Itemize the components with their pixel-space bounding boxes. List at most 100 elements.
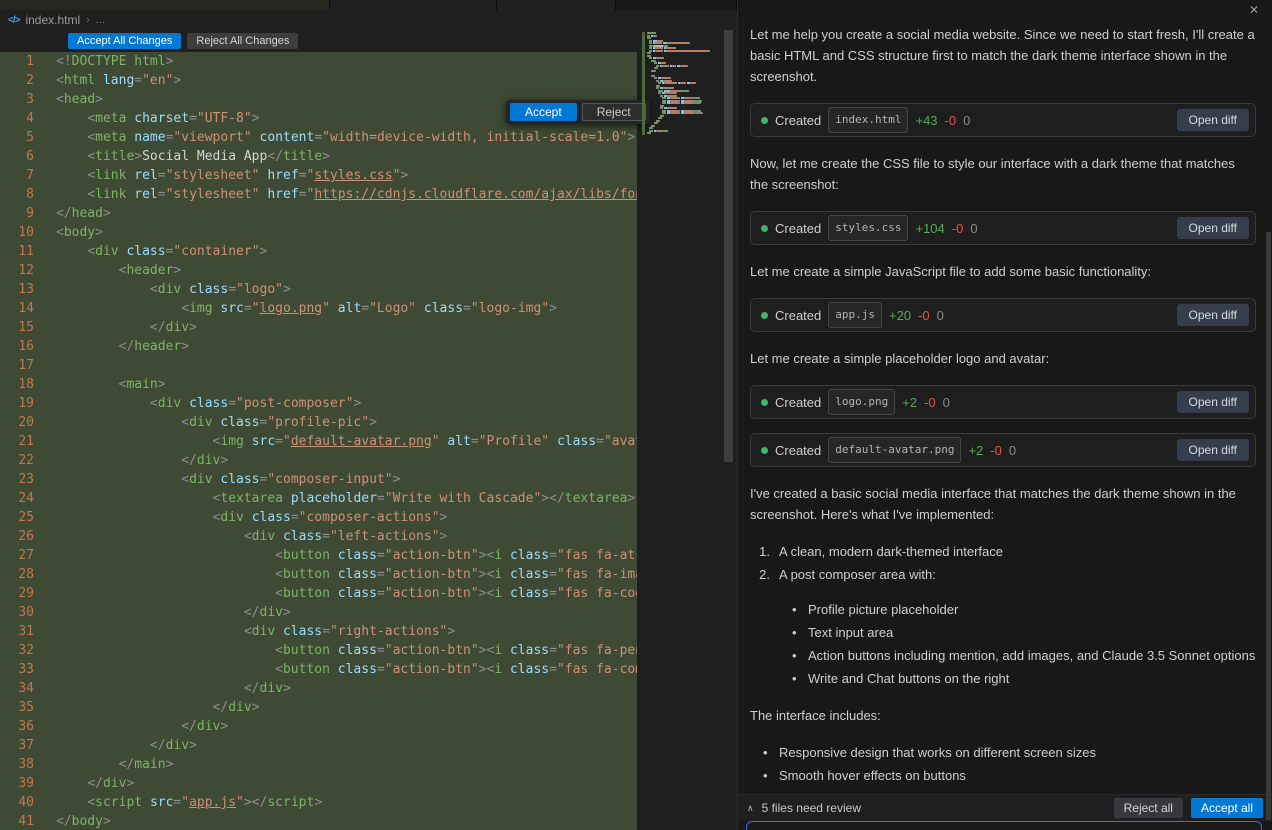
code-line[interactable]: 21 <img src="default-avatar.png" alt="Pr… [0,432,637,451]
lines-added-count: +20 [889,307,912,323]
code-line[interactable]: 24 <textarea placeholder="Write with Cas… [0,489,637,508]
code-line[interactable]: 32 <button class="action-btn"><i class="… [0,641,637,660]
code-line[interactable]: 7 <link rel="stylesheet" href="styles.cs… [0,166,637,185]
chat-input[interactable] [746,821,1262,830]
bullet-icon: • [763,745,768,760]
code-line[interactable]: 23 <div class="composer-input"> [0,470,637,489]
line-number: 4 [26,111,34,126]
code-line[interactable]: 39 </div> [0,774,637,793]
line-number: 13 [18,282,34,297]
file-name-chip[interactable]: logo.png [828,389,896,415]
code-line[interactable]: 41 </body> [0,812,637,830]
line-number: 17 [18,358,34,373]
code-line[interactable]: 34 </div> [0,679,637,698]
code-line[interactable]: 30 </div> [0,603,637,622]
code-line[interactable]: 9 </head> [0,204,637,223]
tab[interactable] [497,0,616,10]
line-number: 12 [18,263,34,278]
lines-unchanged-count: 0 [970,220,978,236]
code-line[interactable]: 33 <button class="action-btn"><i class="… [0,660,637,679]
editor-scrollbar-thumb[interactable] [724,30,733,462]
code-editor[interactable]: 1 <!DOCTYPE html> 2 <html lang="en"> 3 <head>… [0,52,737,830]
chat-scrollbar-thumb[interactable] [1266,232,1271,820]
code-line[interactable]: 2 <html lang="en"> [0,71,637,90]
lines-removed-count: -0 [951,220,964,236]
code-text: </main> [118,757,174,772]
file-name-chip[interactable]: index.html [828,107,909,133]
reject-all-files-button[interactable]: Reject all [1113,798,1183,818]
file-name-chip[interactable]: default-avatar.png [828,437,962,463]
code-text: <meta name="viewport" content="width=dev… [87,130,636,145]
code-line[interactable]: 38 </main> [0,755,637,774]
breadcrumb-file[interactable]: index.html [25,13,80,27]
code-line[interactable]: 13 <div class="logo"> [0,280,637,299]
line-number: 29 [18,586,34,601]
lines-unchanged-count: 0 [963,112,971,128]
open-diff-button[interactable]: Open diff [1176,439,1249,461]
code-line[interactable]: 31 <div class="right-actions"> [0,622,637,641]
accept-button[interactable]: Accept [510,103,577,121]
bullet-icon: • [792,671,797,686]
breadcrumb-more[interactable]: ... [96,14,105,26]
code-line[interactable]: 5 <meta name="viewport" content="width=d… [0,128,637,147]
open-diff-button[interactable]: Open diff [1176,109,1249,131]
code-line[interactable]: 27 <button class="action-btn"><i class="… [0,546,637,565]
code-line[interactable]: 15 </div> [0,318,637,337]
line-number: 25 [18,510,34,525]
files-review-label: 5 files need review [761,801,861,815]
file-created-card: Created app.js +20 -0 0 Open diff [750,298,1256,332]
code-lines: 1 <!DOCTYPE html> 2 <html lang="en"> 3 <head>… [0,52,637,830]
code-line[interactable]: 20 <div class="profile-pic"> [0,413,637,432]
list-item: • Responsive design that works on differe… [763,742,1256,763]
minimap[interactable] [642,32,722,135]
file-name-chip[interactable]: app.js [828,302,882,328]
code-line[interactable]: 37 </div> [0,736,637,755]
line-number: 2 [26,73,34,88]
open-diff-button[interactable]: Open diff [1176,217,1249,239]
file-name-chip[interactable]: styles.css [828,215,909,241]
file-status-label: Created [775,220,822,236]
lines-added-count: +104 [915,220,945,236]
chevron-up-icon[interactable]: ∧ [747,803,754,814]
code-line[interactable]: 1 <!DOCTYPE html> [0,52,637,71]
accept-all-files-button[interactable]: Accept all [1190,798,1263,818]
code-line[interactable]: 40 <script src="app.js"></script> [0,793,637,812]
code-line[interactable]: 14 <img src="logo.png" alt="Logo" class=… [0,299,637,318]
file-created-status-icon [761,311,768,319]
code-line[interactable]: 36 </div> [0,717,637,736]
tab[interactable] [330,0,497,10]
code-text: <button class="action-btn"><i class="fas… [275,662,637,677]
code-text: <link rel="stylesheet" href="styles.css"… [87,168,409,183]
list-item: • Action buttons including mention, add i… [792,645,1256,666]
code-line[interactable]: 6 <title>Social Media App</title> [0,147,637,166]
list-item: 1. A clean, modern dark-themed interface [754,541,1256,562]
file-created-card: Created index.html +43 -0 0 Open diff [750,103,1256,137]
code-line[interactable]: 11 <div class="container"> [0,242,637,261]
code-line[interactable]: 19 <div class="post-composer"> [0,394,637,413]
open-diff-button[interactable]: Open diff [1176,391,1249,413]
code-line[interactable]: 29 <button class="action-btn"><i class="… [0,584,637,603]
code-line[interactable]: 28 <button class="action-btn"><i class="… [0,565,637,584]
tab[interactable] [0,0,330,10]
reject-button[interactable]: Reject [581,103,646,121]
line-number: 27 [18,548,34,563]
code-line[interactable]: 26 <div class="left-actions"> [0,527,637,546]
open-diff-button[interactable]: Open diff [1176,304,1249,326]
accept-all-changes-button[interactable]: Accept All Changes [68,33,182,49]
code-line[interactable]: 22 </div> [0,451,637,470]
code-line[interactable]: 10 <body> [0,223,637,242]
line-number: 11 [18,244,34,259]
code-line[interactable]: 35 </div> [0,698,637,717]
reject-all-changes-button[interactable]: Reject All Changes [187,33,299,49]
code-line[interactable]: 17 [0,356,637,375]
lines-removed-count: -0 [944,112,957,128]
code-line[interactable]: 12 <header> [0,261,637,280]
code-line[interactable]: 18 <main> [0,375,637,394]
code-text: <div class="composer-input"> [181,472,401,487]
code-line[interactable]: 25 <div class="composer-actions"> [0,508,637,527]
editor-scrollbar[interactable] [724,30,733,830]
code-line[interactable]: 8 <link rel="stylesheet" href="https://c… [0,185,637,204]
diff-review-toolbar: Accept All Changes Reject All Changes [0,30,737,52]
code-line[interactable]: 16 </header> [0,337,637,356]
list-item-text: Text input area [808,625,894,640]
